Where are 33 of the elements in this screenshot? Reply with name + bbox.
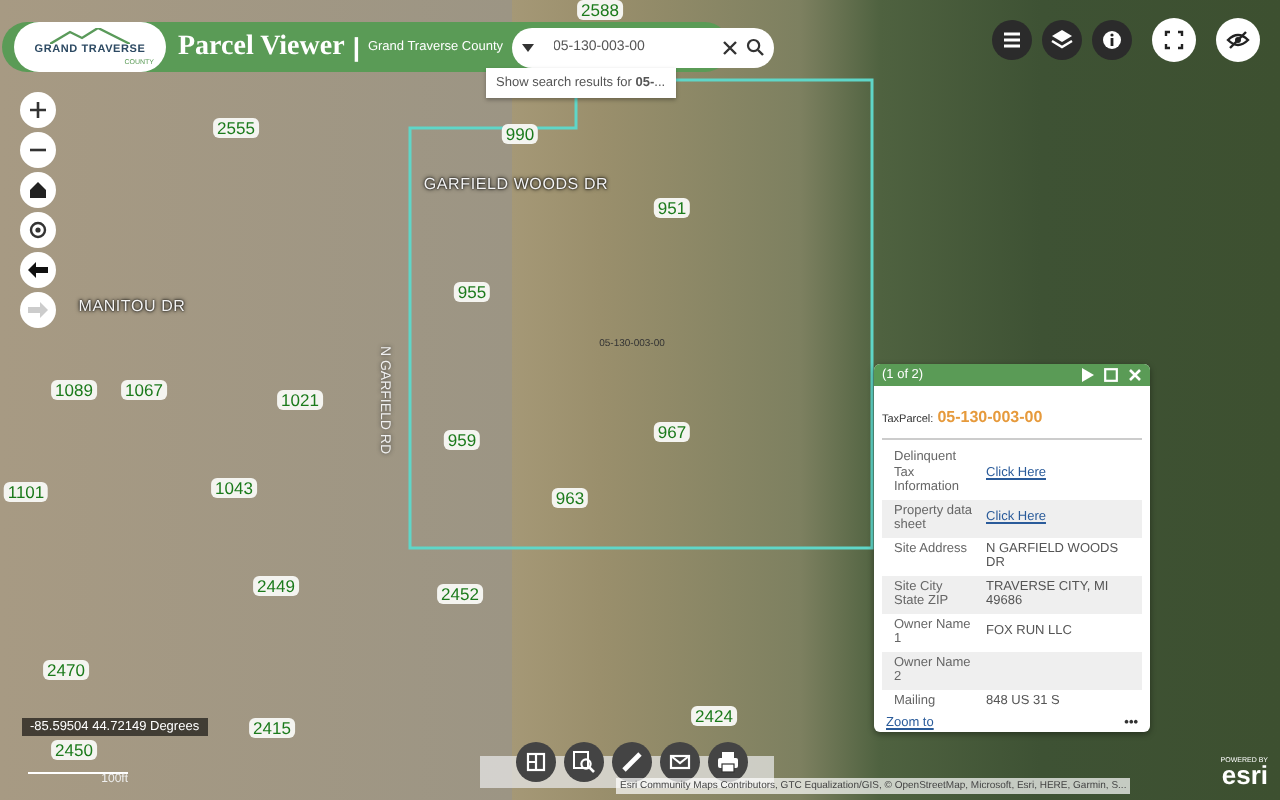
- address-label: 2415: [249, 718, 295, 738]
- title-separator: |: [352, 32, 360, 62]
- address-label: 2452: [437, 584, 483, 604]
- address-label: 990: [501, 124, 539, 144]
- address-label: 955: [453, 282, 491, 302]
- play-icon[interactable]: [1082, 368, 1094, 382]
- fullscreen-icon[interactable]: [1160, 26, 1188, 54]
- address-label: 1043: [211, 478, 257, 498]
- address-label: 1067: [121, 380, 167, 400]
- address-label: 1089: [51, 380, 97, 400]
- mountain-icon: [50, 28, 130, 44]
- address-label: 959: [443, 430, 481, 450]
- street-label: MANITOU DR: [78, 297, 186, 315]
- address-label: 1101: [3, 482, 49, 502]
- caret-icon[interactable]: [521, 43, 534, 51]
- address-label: 2555: [213, 118, 259, 138]
- esri-logo: esri: [1221, 764, 1268, 788]
- address-label: 1021: [277, 390, 323, 410]
- popup-title-value: 05-130-003-00: [937, 408, 1043, 426]
- eye-slash-icon[interactable]: [1224, 26, 1252, 54]
- close-icon[interactable]: [721, 39, 738, 55]
- address-label: 2450: [51, 740, 97, 760]
- app-title: Parcel Viewer: [178, 31, 345, 63]
- address-label: 2424: [691, 706, 737, 726]
- address-label: 2470: [43, 660, 89, 680]
- address-label: 951: [653, 198, 691, 218]
- address-label: 967: [653, 422, 691, 442]
- address-label: 2588: [577, 0, 623, 20]
- address-label: 2449: [253, 576, 299, 596]
- address-label: 963: [551, 488, 589, 508]
- maximize-icon[interactable]: [1104, 368, 1118, 382]
- street-label: GARFIELD WOODS DR: [423, 175, 609, 193]
- search-icon[interactable]: [745, 38, 764, 56]
